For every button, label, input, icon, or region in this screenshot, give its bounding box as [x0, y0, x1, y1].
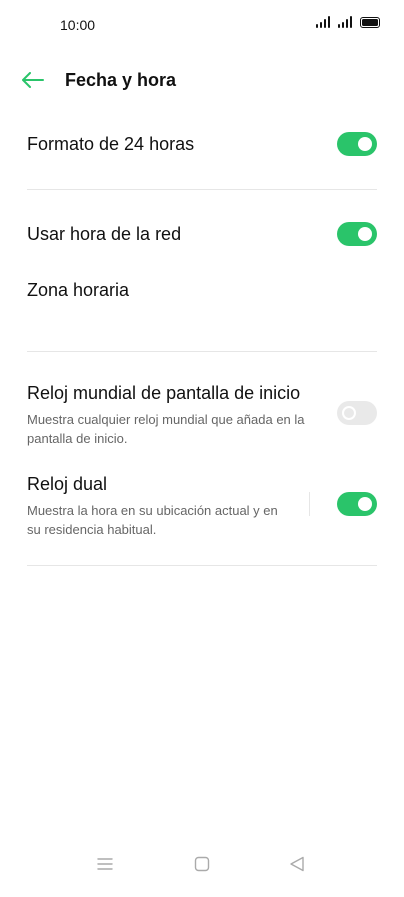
setting-24h-format-label: Formato de 24 horas: [27, 134, 195, 154]
status-icons: [316, 16, 380, 28]
navigation-bar: [0, 837, 404, 897]
toggle-knob: [342, 406, 356, 420]
toggle-network-time[interactable]: [337, 222, 377, 246]
back-triangle-icon: [290, 856, 304, 872]
back-nav-button[interactable]: [282, 849, 312, 879]
setting-24h-format[interactable]: Formato de 24 horas: [27, 134, 377, 155]
setting-timezone-label: Zona horaria: [27, 280, 130, 300]
toggle-knob: [358, 227, 372, 241]
toggle-knob: [358, 137, 372, 151]
setting-world-clock-label: Reloj mundial de pantalla de inicio: [27, 383, 301, 403]
status-time: 10:00: [60, 17, 96, 33]
page-title: Fecha y hora: [65, 70, 177, 90]
recent-apps-button[interactable]: [90, 849, 120, 879]
menu-icon: [97, 858, 113, 870]
signal-icon: [338, 16, 354, 28]
home-square-icon: [194, 856, 210, 872]
setting-world-clock-description: Muestra cualquier reloj mundial que añad…: [27, 412, 305, 446]
divider: [27, 351, 377, 352]
setting-dual-clock[interactable]: Reloj dual Muestra la hora en su ubicaci…: [27, 474, 284, 539]
setting-dual-clock-label: Reloj dual: [27, 474, 108, 494]
setting-timezone[interactable]: Zona horaria: [27, 280, 377, 301]
setting-network-time[interactable]: Usar hora de la red: [27, 224, 377, 245]
divider: [27, 189, 377, 190]
setting-dual-clock-description: Muestra la hora en su ubicación actual y…: [27, 503, 278, 537]
status-bar: 10:00: [0, 0, 404, 50]
toggle-knob: [358, 497, 372, 511]
signal-icon: [316, 16, 332, 28]
app-bar: Fecha y hora: [0, 60, 404, 100]
toggle-dual-clock[interactable]: [337, 492, 377, 516]
arrow-left-icon: [22, 72, 44, 88]
vertical-separator: [309, 492, 310, 516]
setting-network-time-label: Usar hora de la red: [27, 224, 182, 244]
back-button[interactable]: [16, 66, 50, 94]
home-button[interactable]: [187, 849, 217, 879]
divider: [27, 565, 377, 566]
battery-icon: [360, 16, 380, 28]
toggle-world-clock[interactable]: [337, 401, 377, 425]
toggle-24h-format[interactable]: [337, 132, 377, 156]
setting-world-clock[interactable]: Reloj mundial de pantalla de inicio Mues…: [27, 383, 324, 448]
